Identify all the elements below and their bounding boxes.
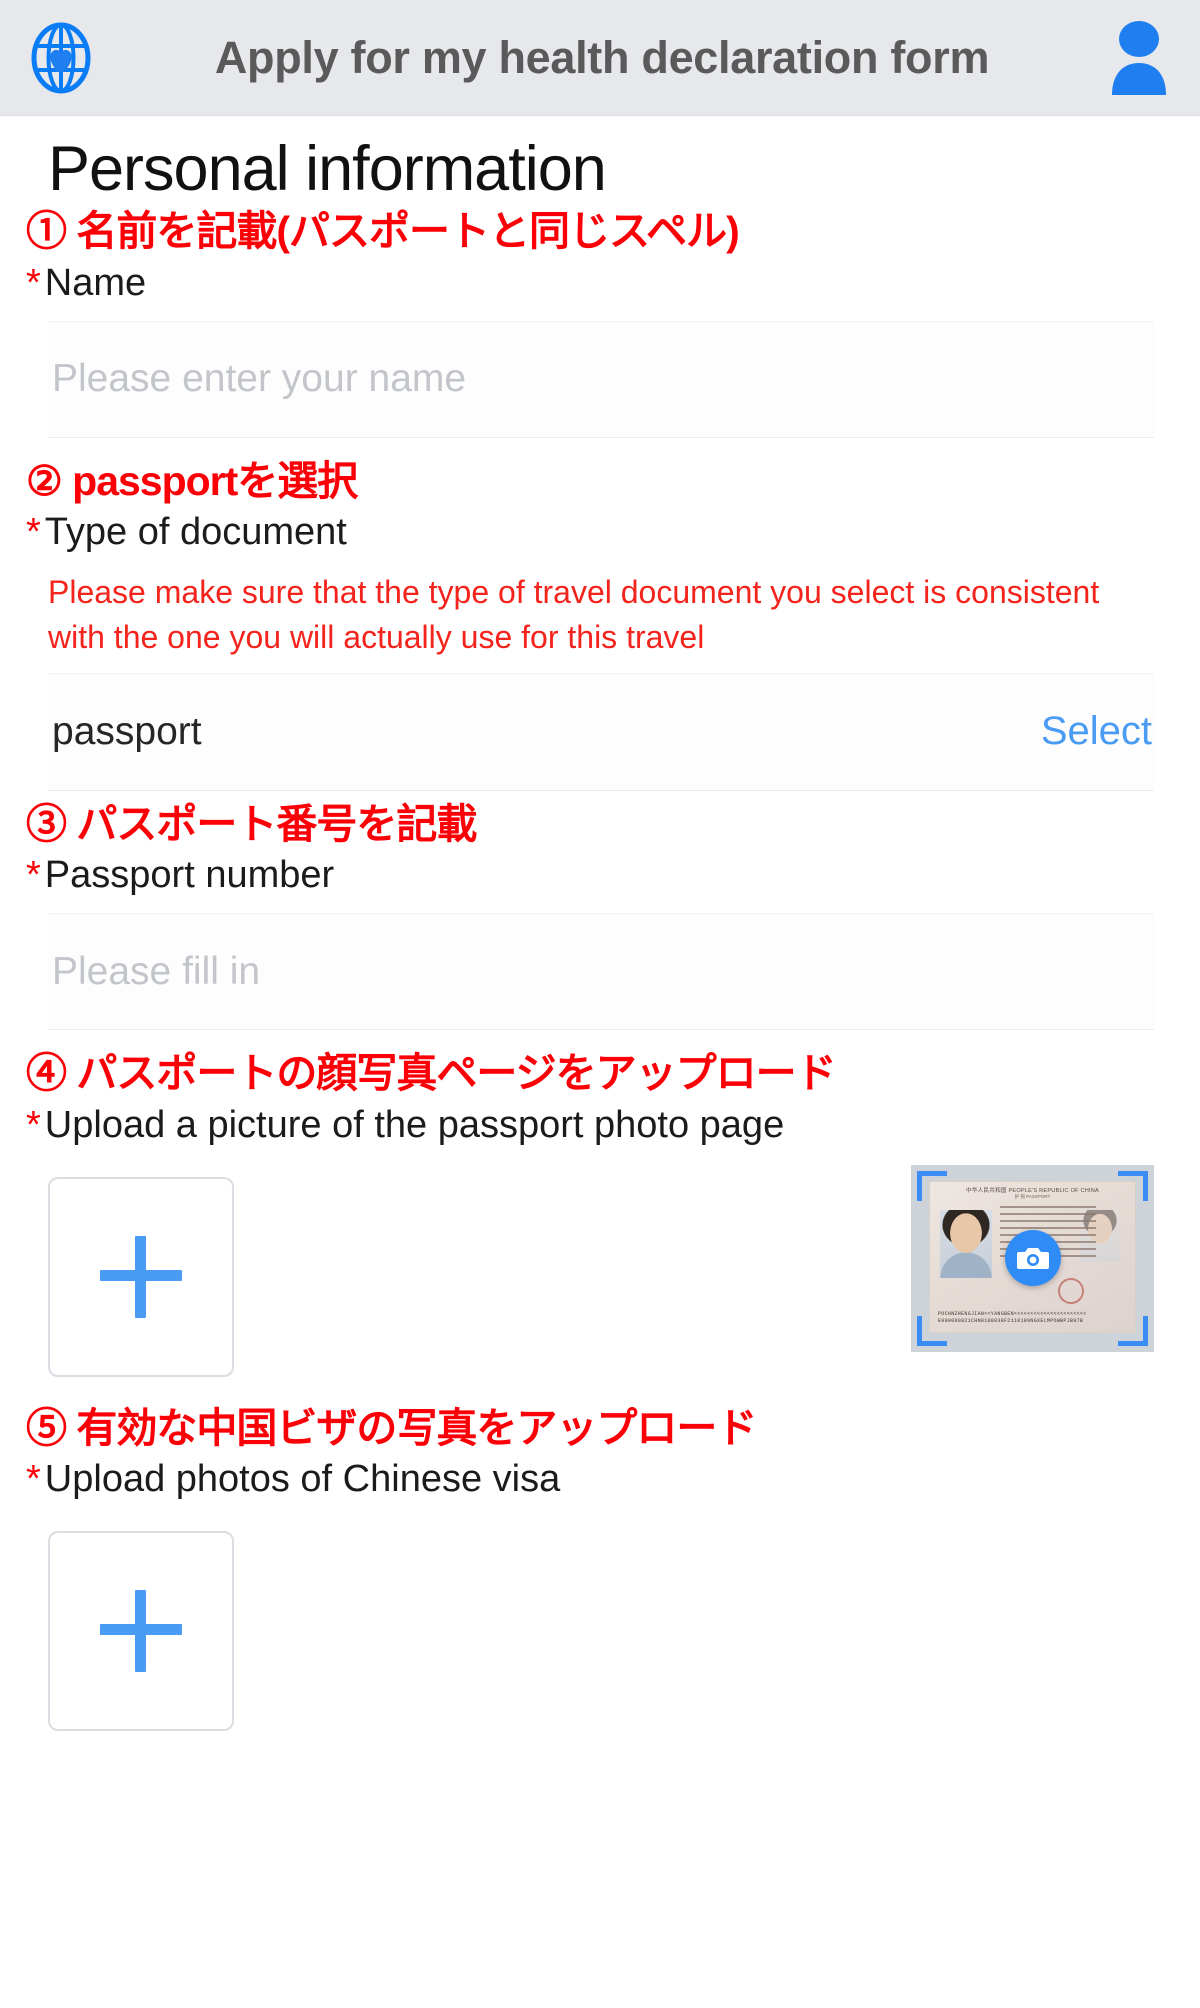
passport-sample-stamp (1055, 1275, 1087, 1307)
document-type-select-link[interactable]: Select (1041, 709, 1152, 754)
camera-icon[interactable] (1004, 1230, 1061, 1287)
passport-sample-subtitle: 护 照 PASSPORT (1014, 1193, 1051, 1199)
annotation-passport-number: ③ パスポート番号を記載 (26, 800, 477, 847)
required-asterisk: * (26, 1458, 41, 1501)
scan-brackets-icon (917, 1170, 947, 1201)
section-name: ① 名前を記載(パスポートと同じスペル) * Name Please enter … (0, 206, 1200, 438)
visa-photo-add-button[interactable] (48, 1531, 234, 1732)
scan-brackets-icon (1118, 1315, 1148, 1346)
passport-number-input-field[interactable]: Please fill in (48, 913, 1154, 1031)
document-type-warning: Please make sure that the type of travel… (48, 574, 1100, 655)
name-input-placeholder: Please enter your name (52, 357, 467, 401)
annotation-visa-photo: ⑤ 有効な中国ビザの写真をアップロード (26, 1404, 757, 1451)
plus-icon (100, 1235, 182, 1318)
label-visa-photo-text: Upload photos of Chinese visa (44, 1458, 561, 1501)
scan-brackets-icon (917, 1315, 947, 1346)
label-document-type: * Type of document (0, 507, 1200, 558)
passport-number-placeholder: Please fill in (52, 949, 261, 993)
app-root: Apply for my health declaration form Per… (0, 0, 1200, 2008)
plus-icon (100, 1590, 182, 1673)
annotation-passport-photo: ④ パスポートの顔写真ページをアップロード (26, 1050, 837, 1097)
document-type-value: passport (52, 709, 202, 753)
label-name: * Name (0, 258, 1200, 309)
page-header-title: Apply for my health declaration form (214, 31, 990, 83)
required-asterisk: * (26, 853, 41, 896)
label-document-type-text: Type of document (44, 511, 347, 554)
scan-brackets-icon (1118, 1170, 1148, 1201)
passport-photo-add-button[interactable] (48, 1176, 234, 1377)
label-visa-photo: * Upload photos of Chinese visa (0, 1454, 1200, 1505)
required-asterisk: * (26, 261, 41, 304)
annotation-name: ① 名前を記載(パスポートと同じスペル) (26, 208, 740, 255)
passport-sample-mrz: POCHNZHENGJIAN<<YANGBEN<<<<<<<<<<<<<<<<<… (938, 1311, 1127, 1326)
name-input-field[interactable]: Please enter your name (48, 320, 1154, 438)
app-header: Apply for my health declaration form (0, 0, 1200, 116)
passport-sample-mrz-line2: E900000821CHN8108038F2110189NGXELMPOWBPJ… (938, 1318, 1084, 1325)
section-document-type: ② passportを選択 * Type of document Please m… (0, 456, 1200, 791)
passport-sample-mrz-line1: POCHNZHENGJIAN<<YANGBEN<<<<<<<<<<<<<<<<<… (938, 1310, 1087, 1317)
user-avatar-icon[interactable] (1104, 19, 1174, 97)
page-title: Personal information (48, 134, 607, 204)
required-asterisk: * (26, 511, 41, 554)
document-type-select[interactable]: passport Select (48, 672, 1154, 791)
annotation-document-type: ② passportを選択 (26, 457, 358, 504)
form-body: Personal information ① 名前を記載(パスポートと同じスペル… (0, 116, 1200, 1740)
label-passport-number-text: Passport number (44, 853, 335, 896)
passport-sample-thumbnail[interactable]: 中华人民共和国 PEOPLE'S REPUBLIC OF CHINA 护 照 P… (911, 1164, 1154, 1352)
section-visa-photo-upload: ⑤ 有効な中国ビザの写真をアップロード * Upload photos of Ch… (0, 1403, 1200, 1740)
passport-photo-upload-row: 中华人民共和国 PEOPLE'S REPUBLIC OF CHINA 护 照 P… (48, 1164, 1154, 1385)
label-passport-photo-text: Upload a picture of the passport photo p… (44, 1103, 785, 1146)
globe-heart-logo-icon (22, 19, 100, 97)
passport-sample-portrait (940, 1209, 992, 1278)
section-passport-photo-upload: ④ パスポートの顔写真ページをアップロード * Upload a picture … (0, 1048, 1200, 1385)
label-passport-photo: * Upload a picture of the passport photo … (0, 1100, 1200, 1151)
section-passport-number: ③ パスポート番号を記載 * Passport number Please fil… (0, 799, 1200, 1031)
visa-photo-upload-row (48, 1531, 1154, 1739)
label-passport-number: * Passport number (0, 850, 1200, 901)
label-name-text: Name (44, 261, 147, 304)
passport-sample-title: 中华人民共和国 PEOPLE'S REPUBLIC OF CHINA (965, 1187, 1100, 1194)
required-asterisk: * (26, 1103, 41, 1146)
